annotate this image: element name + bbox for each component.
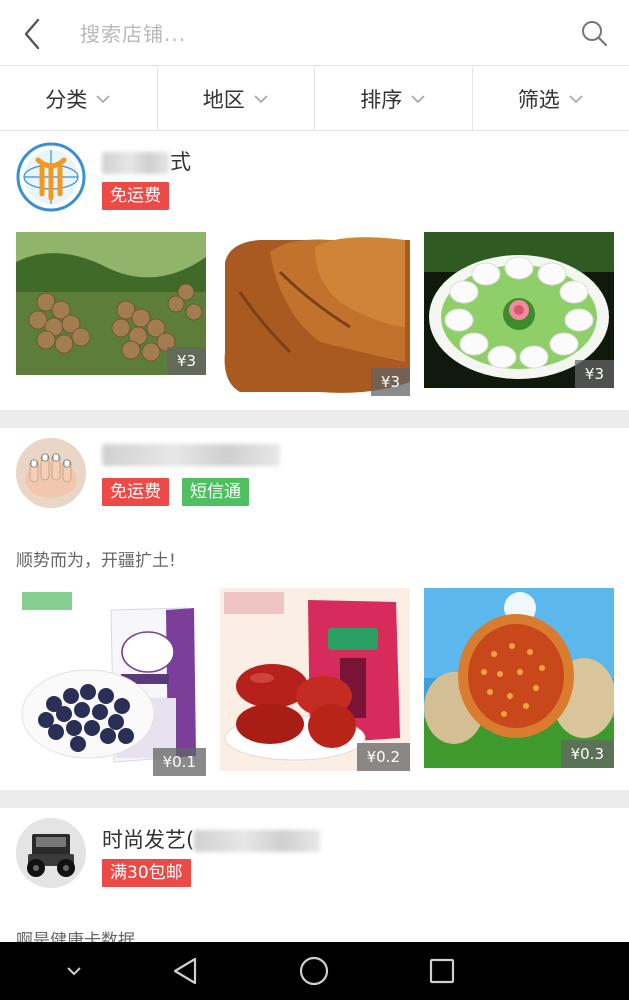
shop-name: 时尚发艺( [102,824,321,854]
top-bar: 搜索店铺... [0,0,629,66]
tag-free-shipping-over-30: 满30包邮 [102,859,191,887]
tag-free-shipping: 免运费 [102,182,169,210]
shop-name-visible: 式 [170,150,191,174]
price-label: ¥3 [574,360,614,388]
search-icon [582,21,608,47]
shop-name [102,442,280,466]
shop-card[interactable]: 式 免运费 ¥3 ¥3 ¥3 [0,132,629,408]
chevron-down-icon [96,94,110,103]
back-button[interactable] [14,14,54,54]
shop-card[interactable]: 免运费 短信通 顺势而为，开疆扩土! ¥0.1 ¥0.2 ¥0.3 [0,428,629,790]
chevron-down-icon [411,94,425,103]
filter-label: 地区 [202,87,245,112]
shop-name-visible: 时尚发艺( [102,828,195,852]
system-nav-bar [0,942,629,1000]
tag-sms: 短信通 [182,478,249,506]
blurred-text [102,152,170,174]
filter-region[interactable]: 地区 [158,67,315,130]
shop-name: 式 [102,146,191,176]
filter-label: 排序 [360,87,403,112]
tag-free-shipping: 免运费 [102,478,169,506]
price-label: ¥3 [370,368,410,396]
back-arrow-icon [24,18,40,50]
search-input[interactable]: 搜索店铺... [80,18,186,47]
avatar [16,818,86,888]
product-thumb[interactable]: ¥0.3 [424,588,614,768]
filter-sort[interactable]: 排序 [315,67,473,130]
price-label: ¥0.2 [356,743,410,771]
price-label: ¥0.1 [152,748,206,776]
nav-home-icon [299,956,329,986]
page: 搜索店铺... 分类 地区 排序 筛选 式 免运费 ¥3 ¥3 ¥3 免运费 短… [0,0,629,1000]
shop-card[interactable]: 时尚发艺( 满30包邮 啊是健康卡数据 [0,808,629,951]
blurred-text [102,444,280,466]
price-label: ¥3 [166,347,206,375]
product-thumb[interactable]: ¥0.1 [16,586,206,776]
filter-label: 分类 [45,87,88,112]
filter-bar: 分类 地区 排序 筛选 [0,67,629,131]
section-divider [0,790,629,808]
product-thumb[interactable]: ¥3 [16,232,206,375]
shop-slogan: 顺势而为，开疆扩土! [16,551,176,571]
nav-back-icon [173,957,197,985]
nav-recents-button[interactable] [412,942,472,1000]
nav-collapse-icon [67,967,81,976]
nav-back-button[interactable] [156,942,216,1000]
filter-category[interactable]: 分类 [0,67,158,130]
avatar [16,142,86,212]
nav-collapse-button[interactable] [44,942,104,1000]
section-divider [0,410,629,428]
price-label: ¥0.3 [560,740,614,768]
chevron-down-icon [254,94,268,103]
product-thumb[interactable]: ¥0.2 [220,588,410,771]
blurred-text [194,830,321,852]
chevron-down-icon [569,94,583,103]
product-thumb[interactable]: ¥3 [424,232,614,388]
nav-recents-icon [429,958,455,984]
filter-label: 筛选 [517,87,560,112]
avatar [16,438,86,508]
product-thumb[interactable]: ¥3 [220,232,410,396]
filter-screen[interactable]: 筛选 [473,67,629,130]
nav-home-button[interactable] [284,942,344,1000]
search-button[interactable] [577,16,611,50]
